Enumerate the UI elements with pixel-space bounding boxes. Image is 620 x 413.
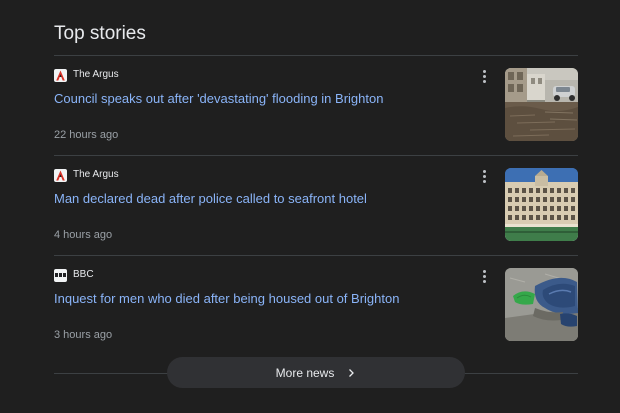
story-source: The Argus — [54, 168, 119, 182]
more-options-icon[interactable] — [476, 268, 492, 284]
chevron-right-icon — [346, 368, 356, 378]
seafront-hotel-thumbnail[interactable] — [505, 168, 578, 241]
story-headline-link[interactable]: Man declared dead after police called to… — [54, 190, 484, 207]
top-stories-title: Top stories — [54, 23, 146, 44]
story-timestamp: 22 hours ago — [54, 129, 119, 141]
story-card[interactable]: The Argus Man declared dead after police… — [54, 156, 578, 256]
source-name: The Argus — [73, 169, 119, 180]
source-name: The Argus — [73, 69, 119, 80]
flooded-street-thumbnail[interactable] — [505, 68, 578, 141]
bbc-logo-icon — [54, 268, 67, 282]
source-name: BBC — [73, 269, 94, 280]
more-options-icon[interactable] — [476, 68, 492, 84]
the-argus-logo-icon — [54, 168, 67, 182]
story-card[interactable]: The Argus Council speaks out after 'deva… — [54, 56, 578, 156]
more-news-label: More news — [275, 365, 335, 380]
the-argus-logo-icon — [54, 68, 67, 82]
story-source: The Argus — [54, 68, 119, 82]
story-headline-link[interactable]: Council speaks out after 'devastating' f… — [54, 90, 484, 107]
story-headline-link[interactable]: Inquest for men who died after being hou… — [54, 290, 484, 307]
story-card[interactable]: BBC Inquest for men who died after being… — [54, 256, 578, 356]
more-news-button[interactable]: More news — [167, 357, 465, 388]
story-source: BBC — [54, 268, 94, 282]
story-timestamp: 4 hours ago — [54, 229, 113, 241]
more-options-icon[interactable] — [476, 168, 492, 184]
story-timestamp: 3 hours ago — [54, 329, 113, 341]
rough-sleeper-thumbnail[interactable] — [505, 268, 578, 341]
